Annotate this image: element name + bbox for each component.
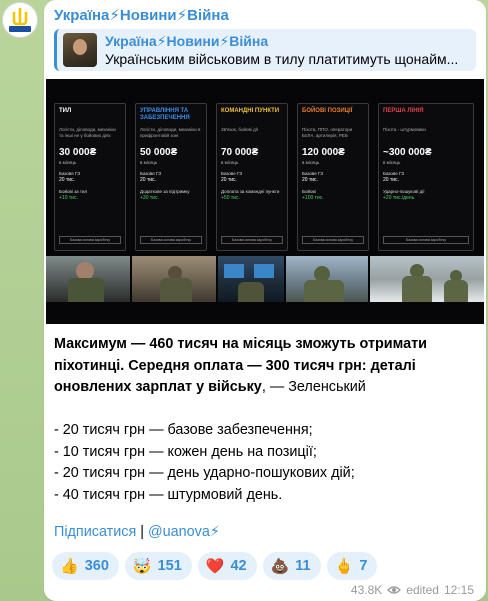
subscribe-link[interactable]: Підписатися [54,524,136,540]
photo-office-soldier [46,256,130,302]
card-description: Піхота, ППО, оператори БпЛА, артилерія, … [302,127,353,138]
post-list-item: - 20 тисяч грн — день ударно-пошукових д… [54,465,355,481]
mind-blown-icon: 🤯 [132,558,152,575]
photo-drone-operator [286,256,368,302]
photo-command-post [218,256,284,302]
channel-name[interactable]: Україна⚡Новини⚡Війна [54,6,229,24]
card-footer: Базова основа заробітку [302,236,364,244]
card-amount: 30 000₴ [59,147,97,158]
card-amount: 120 000₴ [302,147,345,158]
pay-card-rear: Тил Логісти, діловоди, механіки та інші … [54,103,126,251]
card-row-value: 20 тис. [140,177,156,183]
heart-icon: ❤️ [205,558,225,575]
message-meta: 43.8K edited 12:15 [351,583,474,597]
card-row-label: Базове ГЗ [383,171,405,176]
card-category: Тил [59,108,72,114]
trident-logo-icon [9,8,31,32]
card-description: Зв'язок, бойові дії [221,127,259,132]
card-footer: Базова основа заробітку [383,236,469,244]
card-row-label: Доплата за командні пункти [221,189,280,194]
card-row-value: 20 тис. [383,177,399,183]
photo-workshop-soldier [132,256,216,302]
reaction-mind-blown[interactable]: 🤯 151 [124,552,192,580]
card-row-value: 20 тис. [221,177,237,183]
card-row-label: Бойові за тил [59,189,88,194]
pay-card-command: Командні пункти Зв'язок, бойові дії 70 0… [216,103,288,251]
card-amount: 70 000₴ [221,147,259,158]
message-time: 12:15 [443,583,474,597]
card-description: Логісти, діловоди, механіки та інші не у… [59,127,116,138]
card-footer: Базова основа заробітку [59,236,121,244]
card-row-label: Базове ГЗ [59,171,81,176]
eye-icon [387,586,402,594]
reaction-count: 42 [230,558,247,574]
card-bonus: +100 тис. [302,195,324,201]
card-period: в місяць [140,160,158,165]
reaction-heart[interactable]: ❤️ 42 [197,552,257,580]
card-description: Піхота · штурмовики [383,127,426,132]
post-attribution: , — Зеленський [261,379,366,395]
reactions-bar: 👍 360 🤯 151 ❤️ 42 💩 11 🖕 7 [52,552,378,580]
card-row-label: Ударно-пошукові дії [383,189,425,194]
reaction-count: 7 [359,558,368,574]
card-bonus: +20 тис./день [383,195,415,201]
card-row-label: Базове ГЗ [221,171,243,176]
reaction-middle-finger[interactable]: 🖕 7 [326,552,378,580]
card-footer: Базова основа заробітку [140,236,202,244]
card-category: Управління та забезпечення [140,108,190,121]
views-count: 43.8K [350,583,383,597]
message-bubble: Україна⚡Новини⚡Війна Україна⚡Новини⚡Війн… [44,0,486,601]
card-row-label: Додаткове за підтримку [140,189,190,194]
reply-preview[interactable]: Україна⚡Новини⚡Війна Українським військо… [54,29,476,71]
pay-card-support: Управління та забезпечення Логісти, діло… [135,103,207,251]
card-category: Командні пункти [221,108,280,114]
pay-card-combat: Бойові позиції Піхота, ППО, оператори Бп… [297,103,369,251]
channel-avatar[interactable] [2,2,38,38]
middle-finger-icon: 🖕 [334,558,354,575]
card-bonus: +10 тис. [59,195,78,201]
card-category: Перша лінія [383,108,424,114]
post-headline: Максимум — 460 тисяч на місяць зможуть о… [54,336,428,395]
card-bonus: +50 тис. [221,195,240,201]
post-text: Максимум — 460 тисяч на місяць зможуть о… [54,334,479,506]
card-amount: ~300 000₴ [383,147,432,158]
reply-text: Українським військовим в тилу платитимут… [105,51,459,67]
post-list-item: - 10 тисяч грн — кожен день на позиції; [54,443,317,460]
card-row-label: Базове ГЗ [140,171,162,176]
card-period: в місяць [221,160,239,165]
channel-handle-link[interactable]: @uanova⚡ [148,524,220,540]
reaction-count: 360 [84,558,109,574]
photo-frontline-snow [370,256,484,302]
card-period: в місяць [59,160,77,165]
card-period: в місяць [383,160,401,165]
card-description: Логісти, діловоди, механіки в прифронтов… [140,127,201,138]
card-period: в місяць [302,160,320,165]
reply-thumbnail [63,33,97,67]
card-category: Бойові позиції [302,108,353,114]
post-list-item: - 40 тисяч грн — штурмовий день. [54,486,283,503]
reaction-count: 151 [157,558,182,574]
card-row-value: 20 тис. [59,177,75,183]
thumbs-up-icon: 👍 [60,558,79,575]
link-separator: | [140,524,145,540]
poop-icon: 💩 [270,558,290,575]
reaction-count: 11 [295,558,311,574]
card-footer: Базова основа заробітку [221,236,283,244]
reaction-thumbs-up[interactable]: 👍 360 [52,552,119,580]
card-row-label: Бойові [302,189,316,194]
post-list-item: - 20 тисяч грн — базове забезпечення; [54,422,313,438]
card-row-label: Базове ГЗ [302,171,324,176]
pay-card-frontline: Перша лінія Піхота · штурмовики ~300 000… [378,103,474,251]
card-amount: 50 000₴ [140,147,178,158]
edited-label: edited [406,583,439,597]
post-links: Підписатися | @uanova⚡ [54,524,220,540]
reply-title: Україна⚡Новини⚡Війна [105,33,269,49]
reaction-poop[interactable]: 💩 11 [262,552,321,580]
card-row-value: 20 тис. [302,177,318,183]
card-bonus: +30 тис. [140,195,159,201]
infographic-image[interactable]: Тил Логісти, діловоди, механіки та інші … [46,79,484,324]
